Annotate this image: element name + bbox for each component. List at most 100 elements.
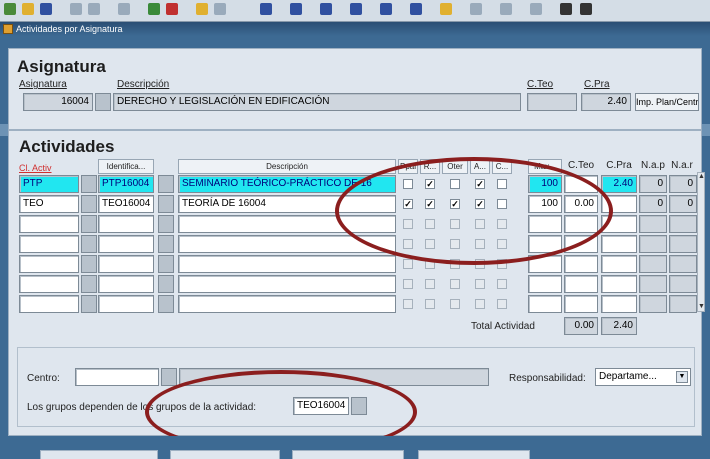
table-row-descripcion[interactable] — [178, 255, 396, 273]
asignatura-lov-button[interactable] — [95, 93, 111, 111]
a-checkbox[interactable] — [475, 219, 485, 229]
scroll-down-icon[interactable]: ▼ — [698, 303, 705, 311]
table-row-cpra[interactable] — [601, 215, 637, 233]
oter-checkbox[interactable]: ✓ — [450, 199, 460, 209]
toolbar-icon[interactable] — [214, 3, 226, 15]
ppal-checkbox[interactable] — [403, 299, 413, 309]
table-row-max[interactable] — [528, 255, 562, 273]
oter-checkbox[interactable] — [450, 299, 460, 309]
r-checkbox[interactable] — [425, 259, 435, 269]
oter-checkbox[interactable] — [450, 259, 460, 269]
toolbar-icon[interactable] — [320, 3, 332, 15]
identifica-lov-button[interactable] — [158, 175, 174, 193]
table-row-cteo[interactable] — [564, 175, 598, 193]
table-row-cl[interactable] — [19, 215, 79, 233]
toolbar-icon[interactable] — [530, 3, 542, 15]
c-checkbox[interactable] — [497, 239, 507, 249]
a-checkbox[interactable]: ✓ — [475, 199, 485, 209]
a-checkbox[interactable] — [475, 239, 485, 249]
toolbar-icon[interactable] — [118, 3, 130, 15]
toolbar-icon[interactable] — [22, 3, 34, 15]
imp-plan-centro-button[interactable]: Imp. Plan/Centro — [635, 93, 699, 111]
asignatura-code-field[interactable]: 16004 — [23, 93, 93, 111]
asignatura-cteo-field[interactable] — [527, 93, 577, 111]
table-row-identifica[interactable] — [98, 275, 154, 293]
cl-lov-button[interactable] — [81, 275, 97, 293]
table-row-identifica[interactable]: PTP16004 — [98, 175, 154, 193]
identifica-lov-button[interactable] — [158, 275, 174, 293]
c-checkbox[interactable] — [497, 199, 507, 209]
table-row-cteo[interactable] — [564, 215, 598, 233]
table-row-cpra[interactable] — [601, 295, 637, 313]
toolbar-icon[interactable] — [196, 3, 208, 15]
cl-lov-button[interactable] — [81, 215, 97, 233]
table-row-max[interactable] — [528, 295, 562, 313]
a-checkbox[interactable] — [475, 279, 485, 289]
table-row-cl[interactable] — [19, 275, 79, 293]
toolbar-icon[interactable] — [410, 3, 422, 15]
bottom-button[interactable] — [40, 450, 158, 459]
scroll-up-icon[interactable]: ▲ — [698, 173, 705, 181]
toolbar-icon[interactable] — [290, 3, 302, 15]
cl-lov-button[interactable] — [81, 235, 97, 253]
cl-lov-button[interactable] — [81, 195, 97, 213]
toolbar-icon[interactable] — [166, 3, 178, 15]
toolbar-icon[interactable] — [260, 3, 272, 15]
r-checkbox[interactable] — [425, 219, 435, 229]
toolbar-icon[interactable] — [4, 3, 16, 15]
table-row-cpra[interactable] — [601, 235, 637, 253]
cl-lov-button[interactable] — [81, 255, 97, 273]
asignatura-description-field[interactable]: DERECHO Y LEGISLACIÓN EN EDIFICACIÓN — [113, 93, 521, 111]
table-row-cl[interactable] — [19, 255, 79, 273]
oter-checkbox[interactable] — [450, 179, 460, 189]
table-row-cpra[interactable]: 2.40 — [601, 175, 637, 193]
table-row-max[interactable]: 100 — [528, 195, 562, 213]
a-checkbox[interactable] — [475, 299, 485, 309]
c-checkbox[interactable] — [497, 219, 507, 229]
a-checkbox[interactable]: ✓ — [475, 179, 485, 189]
table-row-cpra[interactable] — [601, 255, 637, 273]
table-row-identifica[interactable] — [98, 235, 154, 253]
table-row-descripcion[interactable] — [178, 235, 396, 253]
asignatura-cpra-field[interactable]: 2.40 — [581, 93, 631, 111]
bottom-button[interactable] — [170, 450, 280, 459]
ppal-checkbox[interactable]: ✓ — [403, 199, 413, 209]
table-row-identifica[interactable] — [98, 295, 154, 313]
cl-lov-button[interactable] — [81, 295, 97, 313]
ppal-checkbox[interactable] — [403, 259, 413, 269]
table-row-cteo[interactable] — [564, 255, 598, 273]
toolbar-icon[interactable] — [148, 3, 160, 15]
oter-checkbox[interactable] — [450, 239, 460, 249]
table-row-identifica[interactable] — [98, 215, 154, 233]
ppal-checkbox[interactable] — [403, 279, 413, 289]
table-row-cpra[interactable] — [601, 275, 637, 293]
bottom-button[interactable] — [292, 450, 404, 459]
table-row-cl[interactable] — [19, 295, 79, 313]
c-checkbox[interactable] — [497, 279, 507, 289]
toolbar-icon[interactable] — [88, 3, 100, 15]
toolbar-icon[interactable] — [560, 3, 572, 15]
ppal-checkbox[interactable] — [403, 179, 413, 189]
table-row-identifica[interactable] — [98, 255, 154, 273]
table-row-identifica[interactable]: TEO16004 — [98, 195, 154, 213]
toolbar-icon[interactable] — [40, 3, 52, 15]
identifica-lov-button[interactable] — [158, 215, 174, 233]
bottom-button[interactable] — [418, 450, 530, 459]
table-row-cpra[interactable] — [601, 195, 637, 213]
table-row-max[interactable]: 100 — [528, 175, 562, 193]
centro-field[interactable] — [75, 368, 159, 386]
table-row-cteo[interactable]: 0.00 — [564, 195, 598, 213]
chevron-down-icon[interactable]: ▼ — [676, 371, 688, 383]
table-row-max[interactable] — [528, 215, 562, 233]
table-row-cteo[interactable] — [564, 275, 598, 293]
responsabilidad-select[interactable]: Departame... ▼ — [595, 368, 691, 386]
ppal-checkbox[interactable] — [403, 239, 413, 249]
toolbar-icon[interactable] — [70, 3, 82, 15]
oter-checkbox[interactable] — [450, 279, 460, 289]
r-checkbox[interactable]: ✓ — [425, 179, 435, 189]
r-checkbox[interactable] — [425, 279, 435, 289]
table-row-cl[interactable] — [19, 235, 79, 253]
toolbar-icon[interactable] — [470, 3, 482, 15]
table-row-cteo[interactable] — [564, 295, 598, 313]
toolbar-icon[interactable] — [500, 3, 512, 15]
